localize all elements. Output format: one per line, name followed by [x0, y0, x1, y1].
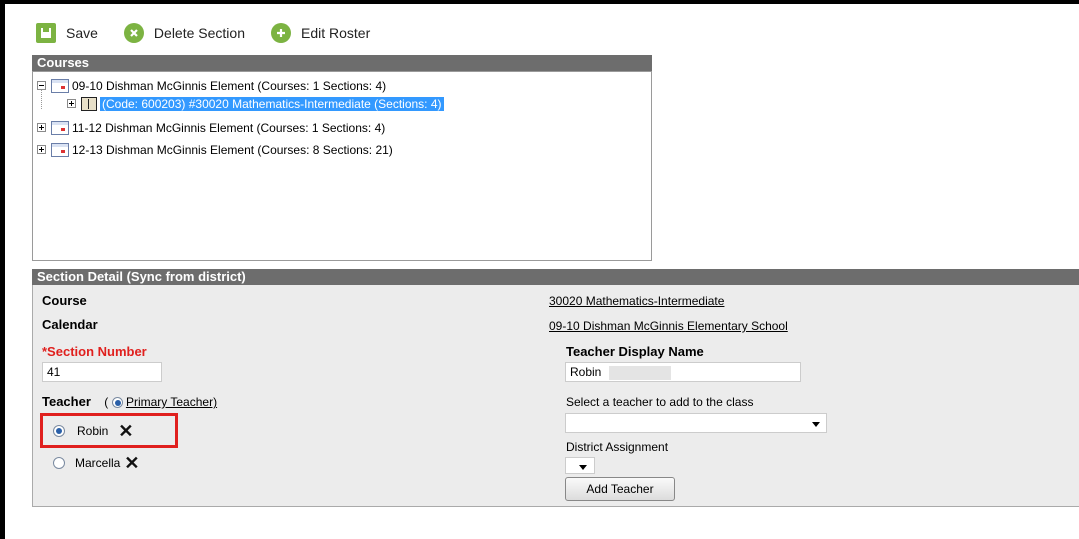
- primary-teacher-radio[interactable]: [53, 457, 65, 469]
- teacher-item-marcella: Marcella ✕: [53, 454, 139, 472]
- tree-label: 09-10 Dishman McGinnis Element (Courses:…: [72, 78, 387, 93]
- district-assignment-label: District Assignment: [566, 440, 669, 454]
- teacher-name: Marcella: [75, 456, 121, 470]
- save-label: Save: [66, 25, 98, 41]
- paren-open: (: [104, 395, 109, 409]
- teacher-item-robin: Robin ✕: [53, 422, 133, 440]
- primary-teacher-link[interactable]: Primary Teacher): [126, 395, 217, 409]
- courses-tree: 09-10 Dishman McGinnis Element (Courses:…: [32, 71, 652, 261]
- teacher-row: Teacher ( Primary Teacher): [42, 394, 217, 409]
- expand-icon[interactable]: [37, 123, 46, 132]
- delete-icon: [123, 23, 144, 43]
- remove-teacher-icon[interactable]: ✕: [124, 454, 139, 472]
- add-icon: [270, 23, 291, 43]
- delete-section-label: Delete Section: [153, 25, 245, 41]
- teacher-display-name-label: Teacher Display Name: [566, 344, 704, 359]
- calendar-icon: [51, 78, 69, 93]
- expand-icon[interactable]: [37, 145, 46, 154]
- chevron-down-icon: [812, 422, 820, 427]
- save-button[interactable]: Save: [36, 23, 98, 43]
- section-number-input[interactable]: 41: [42, 362, 162, 382]
- collapse-icon[interactable]: [37, 81, 46, 90]
- edit-roster-label: Edit Roster: [300, 25, 371, 41]
- save-icon: [36, 23, 56, 43]
- section-number-label: *Section Number: [42, 344, 147, 359]
- calendar-icon: [51, 142, 69, 157]
- tree-row-course-30020[interactable]: (Code: 600203) #30020 Mathematics-Interm…: [67, 95, 444, 112]
- redacted-surname: [608, 365, 671, 380]
- primary-teacher-radio-legend: [111, 397, 123, 409]
- chevron-down-icon: [579, 465, 587, 470]
- book-icon: [81, 96, 97, 111]
- tree-label: 11-12 Dishman McGinnis Element (Courses:…: [72, 120, 386, 135]
- teacher-name: Robin: [77, 424, 109, 438]
- teacher-display-name-input[interactable]: Robin: [565, 362, 801, 382]
- expand-icon[interactable]: [67, 99, 76, 108]
- tree-row-year-0910[interactable]: 09-10 Dishman McGinnis Element (Courses:…: [37, 77, 386, 94]
- add-teacher-button[interactable]: Add Teacher: [565, 477, 675, 501]
- district-assignment-select[interactable]: [565, 457, 595, 474]
- edit-roster-button[interactable]: Edit Roster: [270, 23, 371, 43]
- primary-teacher-radio[interactable]: [53, 425, 65, 437]
- tree-label-selected: (Code: 600203) #30020 Mathematics-Interm…: [100, 96, 444, 111]
- course-label: Course: [42, 293, 87, 308]
- calendar-link[interactable]: 09-10 Dishman McGinnis Elementary School: [549, 319, 788, 333]
- calendar-label: Calendar: [42, 317, 98, 332]
- delete-section-button[interactable]: Delete Section: [123, 23, 245, 43]
- tree-row-year-1112[interactable]: 11-12 Dishman McGinnis Element (Courses:…: [37, 119, 385, 136]
- tree-row-year-1213[interactable]: 12-13 Dishman McGinnis Element (Courses:…: [37, 141, 393, 158]
- courses-header: Courses: [32, 55, 652, 71]
- section-detail-header: Section Detail (Sync from district): [32, 269, 1079, 285]
- select-teacher-label: Select a teacher to add to the class: [566, 395, 754, 409]
- calendar-icon: [51, 120, 69, 135]
- course-link[interactable]: 30020 Mathematics-Intermediate: [549, 294, 724, 308]
- teacher-select[interactable]: [565, 413, 827, 433]
- tree-label: 12-13 Dishman McGinnis Element (Courses:…: [72, 142, 393, 157]
- teacher-display-name-value: Robin: [570, 365, 602, 379]
- toolbar: Save Delete Section Edit Roster: [36, 20, 396, 46]
- teacher-label: Teacher: [42, 394, 91, 409]
- remove-teacher-icon[interactable]: ✕: [118, 422, 133, 440]
